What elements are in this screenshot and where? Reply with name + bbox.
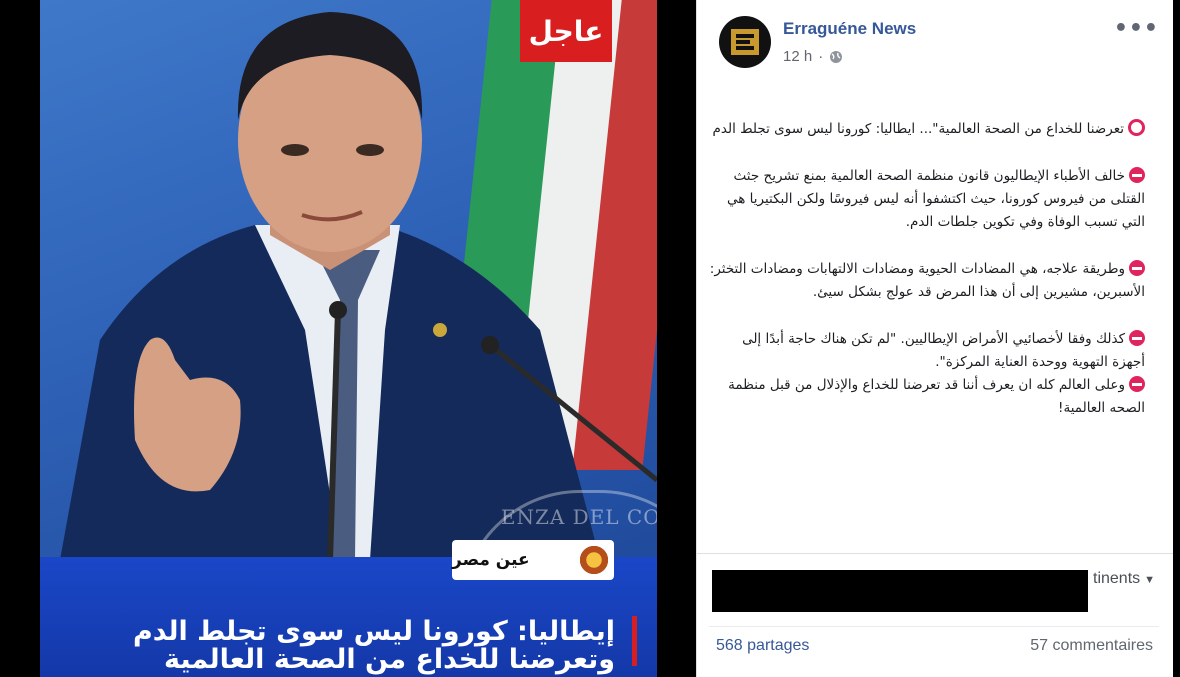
globe-icon bbox=[830, 50, 843, 63]
redacted-block bbox=[712, 570, 1088, 612]
headline-accent-bar bbox=[632, 616, 637, 666]
post-text: تعرضنا للخداع من الصحة العالمية"... ايطا… bbox=[709, 118, 1145, 420]
page-name-link[interactable]: Erraguéne News bbox=[783, 19, 916, 39]
shares-count-link[interactable]: 568 partages bbox=[716, 637, 809, 655]
translation-toggle[interactable]: tinents ▼ bbox=[1093, 570, 1155, 588]
post-paragraph-5: وعلى العالم كله ان يعرف أننا قد تعرضنا ل… bbox=[728, 376, 1145, 416]
image-headline: إيطاليا: كورونا ليس سوى تجلط الدم وتعرضن… bbox=[132, 616, 615, 675]
post-paragraph-1: تعرضنا للخداع من الصحة العالمية"... ايطا… bbox=[709, 118, 1145, 141]
no-entry-icon bbox=[1129, 330, 1145, 346]
post-paragraph-2: خالف الأطباء الإيطاليون قانون منظمة الصح… bbox=[726, 167, 1145, 230]
channel-logo: عين مصر bbox=[452, 540, 614, 580]
page-avatar[interactable] bbox=[719, 16, 771, 68]
facebook-post: Erraguéne News 12 h · ••• تعرضنا للخداع … bbox=[696, 0, 1173, 677]
stats-divider bbox=[709, 626, 1159, 627]
comments-count-link[interactable]: 57 commentaires bbox=[1030, 637, 1153, 655]
no-entry-icon bbox=[1129, 376, 1145, 392]
news-logo-icon bbox=[731, 29, 759, 55]
no-entry-icon bbox=[1129, 167, 1145, 183]
caret-down-icon: ▼ bbox=[1144, 574, 1156, 586]
post-image[interactable]: ENZA DEL CON عاجل عين مصر إيطاليا: كورون… bbox=[40, 0, 657, 677]
dot-separator: · bbox=[818, 48, 824, 65]
post-paragraph-4: كذلك وفقا لأخصائيي الأمراض الإيطاليين. "… bbox=[742, 330, 1145, 370]
channel-logo-text: عين مصر bbox=[452, 550, 530, 570]
post-paragraph-3: وطريقة علاجه، هي المضادات الحيوية ومضادا… bbox=[709, 260, 1145, 300]
eye-logo-icon bbox=[576, 542, 612, 578]
no-entry-icon bbox=[1129, 260, 1145, 276]
breaking-news-badge: عاجل bbox=[520, 0, 612, 62]
post-timestamp[interactable]: 12 h · bbox=[783, 48, 843, 65]
post-divider bbox=[697, 553, 1173, 554]
more-options-button[interactable]: ••• bbox=[1114, 16, 1159, 41]
red-circle-icon bbox=[1128, 119, 1145, 136]
time-text: 12 h bbox=[783, 48, 813, 65]
